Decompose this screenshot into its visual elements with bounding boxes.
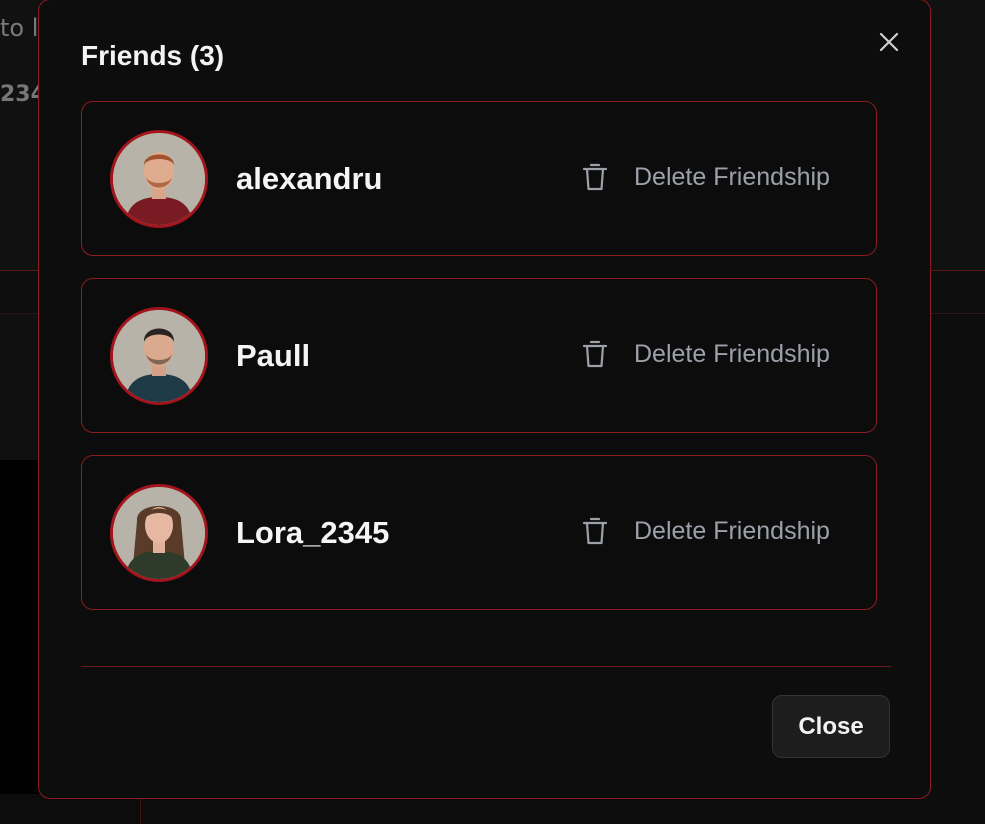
friend-card: alexandru Delete Friendship bbox=[81, 101, 877, 256]
delete-friendship-button[interactable]: Delete Friendship bbox=[582, 162, 830, 192]
friend-name: Lora_2345 bbox=[236, 515, 390, 550]
trash-icon bbox=[582, 163, 608, 191]
background-area bbox=[0, 460, 40, 794]
delete-friendship-button[interactable]: Delete Friendship bbox=[582, 516, 830, 546]
close-button[interactable]: Close bbox=[772, 695, 890, 758]
background-text: to l bbox=[0, 14, 39, 42]
divider bbox=[81, 666, 891, 667]
friends-modal: Friends (3) alexandru Delete Friendship … bbox=[38, 0, 931, 799]
modal-title: Friends (3) bbox=[81, 40, 225, 71]
delete-label: Delete Friendship bbox=[634, 162, 830, 191]
trash-icon bbox=[582, 340, 608, 368]
avatar[interactable] bbox=[110, 130, 208, 228]
friend-name: alexandru bbox=[236, 161, 383, 196]
trash-icon bbox=[582, 517, 608, 545]
friend-card: Paull Delete Friendship bbox=[81, 278, 877, 433]
delete-label: Delete Friendship bbox=[634, 339, 830, 368]
delete-label: Delete Friendship bbox=[634, 516, 830, 545]
friend-list: alexandru Delete Friendship Paull Delete… bbox=[81, 101, 877, 632]
friend-name: Paull bbox=[236, 338, 311, 373]
friend-card: Lora_2345 Delete Friendship bbox=[81, 455, 877, 610]
avatar[interactable] bbox=[110, 484, 208, 582]
background-panel bbox=[0, 314, 40, 460]
avatar[interactable] bbox=[110, 307, 208, 405]
delete-friendship-button[interactable]: Delete Friendship bbox=[582, 339, 830, 369]
close-icon[interactable] bbox=[877, 30, 901, 54]
